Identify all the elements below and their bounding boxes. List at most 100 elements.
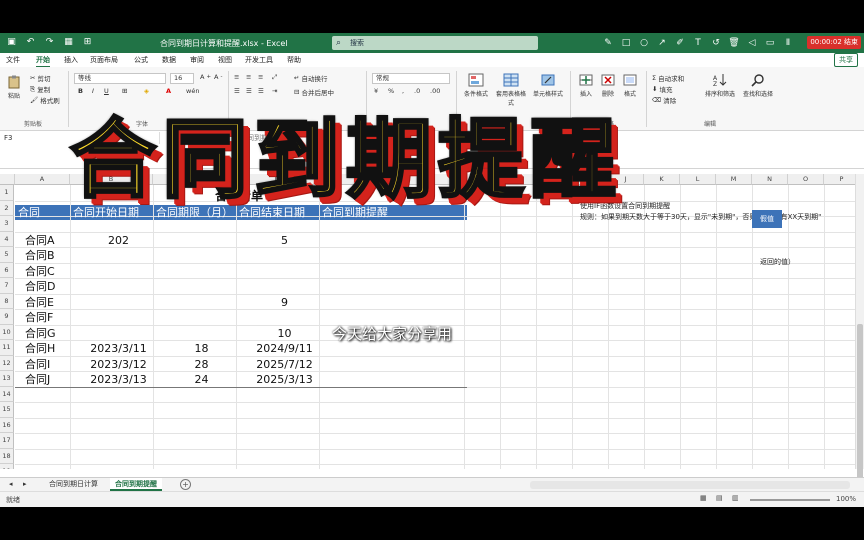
find-select-button[interactable]: 查找和选择: [740, 73, 776, 98]
share-button[interactable]: 共享: [834, 53, 858, 67]
table-cell[interactable]: 合同B: [25, 248, 66, 264]
shrink-font-button[interactable]: A-: [214, 73, 222, 81]
normal-view-icon[interactable]: ▦: [700, 494, 707, 502]
column-header-a[interactable]: A: [15, 174, 70, 185]
table-cell[interactable]: 2024/9/11: [250, 341, 319, 357]
table-cell[interactable]: 合同C: [25, 264, 66, 280]
row-header-1[interactable]: 1: [0, 185, 14, 201]
redo-icon[interactable]: ↷: [44, 37, 55, 48]
wrap-text-button[interactable]: ↵ 自动换行: [294, 73, 327, 83]
add-sheet-button[interactable]: +: [180, 479, 191, 490]
fill-button[interactable]: ⬇ 填充: [652, 84, 672, 94]
row-header-6[interactable]: 6: [0, 262, 14, 278]
tab-file[interactable]: 文件: [6, 55, 20, 65]
table-cell[interactable]: 合同A: [25, 233, 66, 249]
number-format-select[interactable]: 常规: [372, 73, 450, 84]
page-break-icon[interactable]: ▥: [732, 494, 739, 502]
grid-icon[interactable]: ⊞: [82, 37, 93, 48]
vertical-scroll-thumb[interactable]: [857, 324, 863, 484]
format-cells-button[interactable]: 格式: [620, 73, 640, 98]
row-header-12[interactable]: 12: [0, 355, 14, 371]
horizontal-scrollbar[interactable]: [530, 481, 850, 489]
clear-button[interactable]: ⌫ 清除: [652, 95, 676, 105]
table-cell[interactable]: 10: [250, 326, 319, 342]
volume-icon[interactable]: ◁: [746, 36, 758, 50]
copy-button[interactable]: ⎘ 复制: [30, 84, 50, 95]
zoom-slider[interactable]: [750, 499, 830, 501]
select-all-corner[interactable]: [0, 174, 15, 185]
row-header-9[interactable]: 9: [0, 309, 14, 325]
autosum-button[interactable]: Σ 自动求和: [652, 73, 684, 83]
text-icon[interactable]: T: [692, 36, 704, 50]
column-header-n[interactable]: N: [752, 174, 788, 185]
table-cell[interactable]: 5: [250, 233, 319, 249]
table-cell[interactable]: 合同D: [25, 279, 66, 295]
cut-button[interactable]: ✂ 剪切: [30, 73, 50, 83]
table-cell[interactable]: 合同F: [25, 310, 66, 326]
table-cell[interactable]: 2025/7/12: [250, 357, 319, 373]
row-header-3[interactable]: 3: [0, 216, 14, 232]
page-layout-icon[interactable]: ▤: [716, 494, 723, 502]
table-cell[interactable]: 28: [167, 357, 236, 373]
row-header-11[interactable]: 11: [0, 340, 14, 356]
row-header-4[interactable]: 4: [0, 231, 14, 247]
table-cell[interactable]: 合同G: [25, 326, 66, 342]
table-cell[interactable]: 24: [167, 372, 236, 388]
vertical-scrollbar[interactable]: [855, 174, 864, 484]
column-header-m[interactable]: M: [716, 174, 752, 185]
row-header-15[interactable]: 15: [0, 402, 14, 418]
circle-icon[interactable]: ○: [638, 36, 650, 50]
row-header-2[interactable]: 2: [0, 200, 14, 216]
undo-icon[interactable]: ↶: [25, 37, 36, 48]
save-icon[interactable]: ▣: [6, 37, 17, 48]
table-cell[interactable]: 2023/3/12: [84, 357, 153, 373]
tab-view[interactable]: 视图: [218, 55, 232, 65]
table-cell[interactable]: 18: [167, 341, 236, 357]
orientation-button[interactable]: ⤢: [272, 73, 277, 82]
sort-filter-button[interactable]: AZ 排序和筛选: [702, 73, 738, 98]
table-cell[interactable]: 9: [250, 295, 319, 311]
table-cell[interactable]: 合同H: [25, 341, 66, 357]
tab-help[interactable]: 帮助: [287, 55, 301, 65]
trash-icon[interactable]: 🗑: [728, 36, 740, 50]
camera-icon[interactable]: ▭: [764, 36, 776, 50]
table-cell[interactable]: 合同E: [25, 295, 66, 311]
align-top-button[interactable]: ≡: [234, 73, 239, 81]
row-header-8[interactable]: 8: [0, 293, 14, 309]
column-header-k[interactable]: K: [644, 174, 680, 185]
recording-timer-button[interactable]: 00:00:02 结束: [807, 36, 861, 49]
arrow-icon[interactable]: ↗: [656, 36, 668, 50]
row-header-13[interactable]: 13: [0, 371, 14, 387]
tab-developer[interactable]: 开发工具: [245, 55, 273, 65]
row-header-10[interactable]: 10: [0, 324, 14, 340]
column-header-o[interactable]: O: [788, 174, 824, 185]
align-bottom-button[interactable]: ≡: [258, 73, 263, 81]
tab-page-layout[interactable]: 页面布局: [90, 55, 118, 65]
row-header-14[interactable]: 14: [0, 386, 14, 402]
return-value-note[interactable]: 返回的值）: [760, 257, 795, 267]
font-size-select[interactable]: 16: [170, 73, 194, 84]
search-box[interactable]: ⌕ 搜索: [332, 36, 538, 50]
pause-icon[interactable]: Ⅱ: [782, 36, 794, 50]
rectangle-icon[interactable]: □: [620, 36, 632, 50]
tab-insert[interactable]: 插入: [64, 55, 78, 65]
tab-scroll-left[interactable]: ◂: [4, 478, 18, 491]
row-header-17[interactable]: 17: [0, 433, 14, 449]
table-icon[interactable]: ▦: [63, 37, 74, 48]
table-cell[interactable]: 合同J: [25, 372, 66, 388]
table-cell[interactable]: 202: [84, 233, 153, 249]
row-header-7[interactable]: 7: [0, 278, 14, 294]
row-header-19[interactable]: 19: [0, 464, 14, 469]
format-painter-button[interactable]: 🖌 格式刷: [30, 95, 60, 105]
tab-scroll-right[interactable]: ▸: [18, 478, 32, 491]
row-header-5[interactable]: 5: [0, 247, 14, 263]
table-header-cell[interactable]: 合同: [15, 205, 70, 220]
paste-button[interactable]: 粘贴: [6, 75, 22, 100]
tab-review[interactable]: 审阅: [190, 55, 204, 65]
table-cell[interactable]: 2023/3/11: [84, 341, 153, 357]
worksheet-grid[interactable]: A B C D E F G H I J K L M N O P 1 2 3 4 5 6 7 8 9 10 11 12 13 14 15 16 1…: [0, 174, 864, 469]
align-middle-button[interactable]: ≡: [246, 73, 251, 81]
table-cell[interactable]: 2023/3/13: [84, 372, 153, 388]
tab-data[interactable]: 数据: [162, 55, 176, 65]
tab-formulas[interactable]: 公式: [134, 55, 148, 65]
